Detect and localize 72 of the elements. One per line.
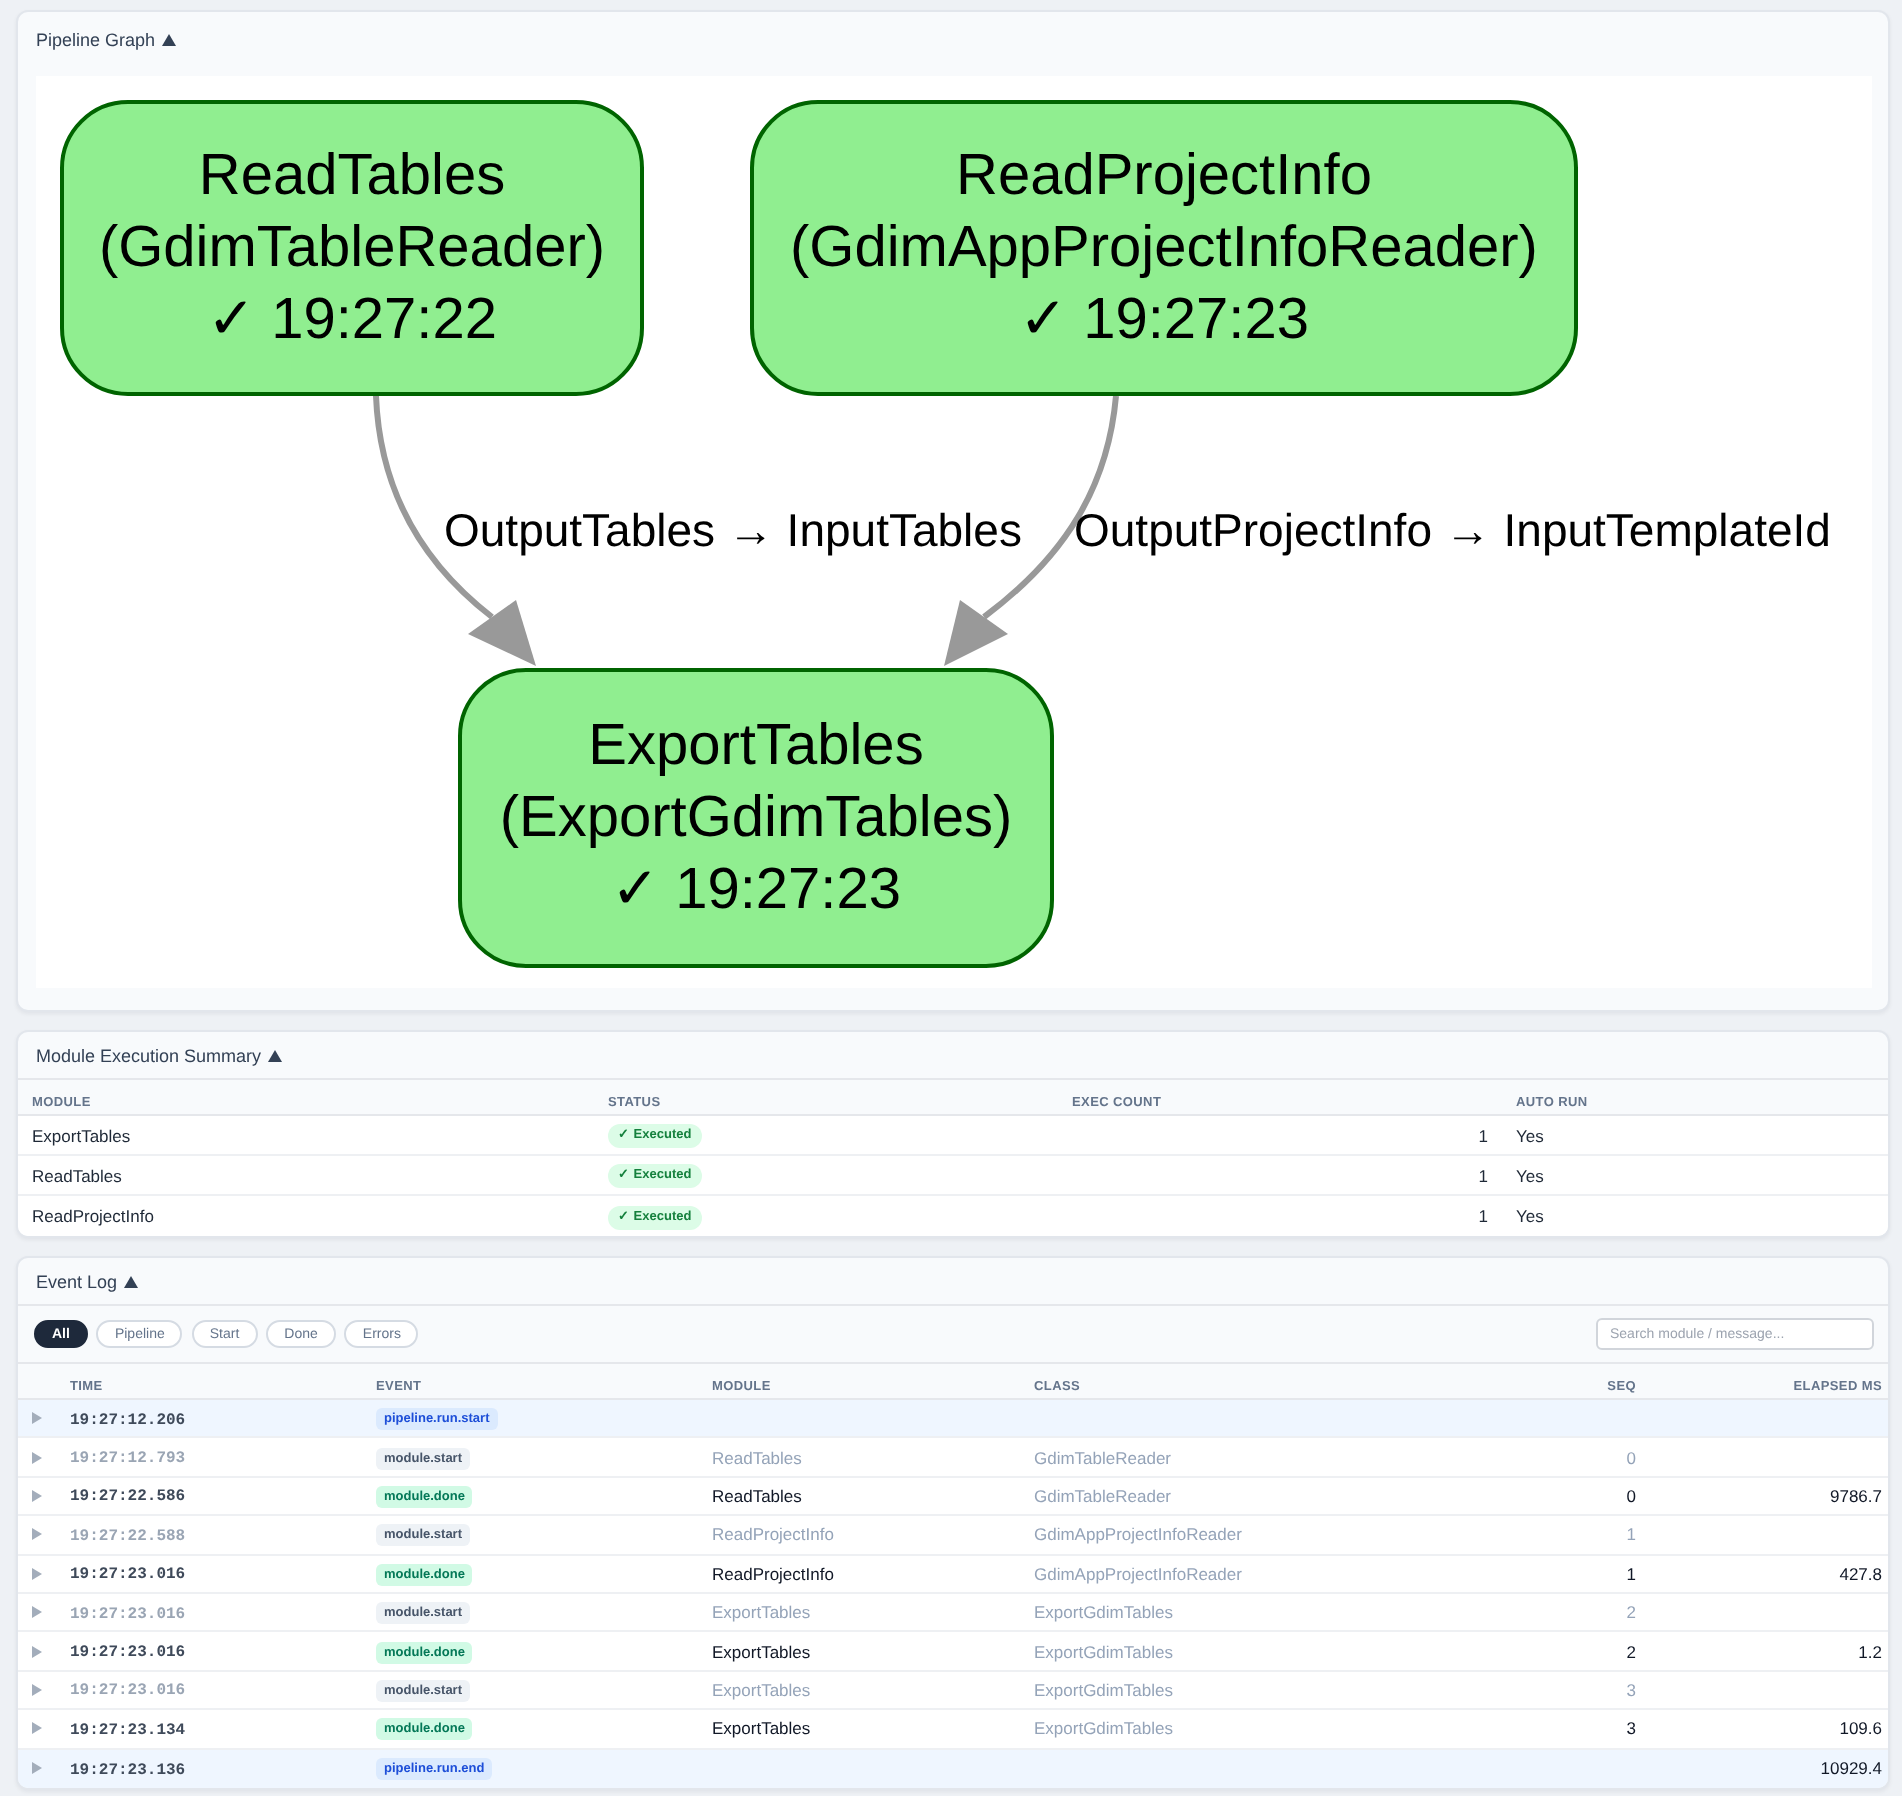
expand-caret-icon[interactable] (32, 1567, 42, 1580)
edge-label: OutputTables → InputTables (444, 504, 1022, 556)
expand-caret-icon[interactable] (32, 1683, 42, 1696)
sequence-number: 1 (1626, 1563, 1636, 1584)
timestamp: 19:27:22.586 (70, 1488, 186, 1507)
node-name: ReadProjectInfo (956, 142, 1372, 212)
class-name: ExportGdimTables (1034, 1602, 1173, 1623)
expand-caret-icon[interactable] (32, 1451, 42, 1464)
timestamp: 19:27:22.588 (70, 1527, 186, 1546)
sequence-number: 2 (1626, 1641, 1636, 1662)
module-name: ReadTables (712, 1485, 802, 1506)
module-name: ExportTables (712, 1602, 811, 1623)
auto-run-value: Yes (1516, 1206, 1544, 1226)
section-toggle[interactable]: Module Execution Summary (36, 1045, 282, 1065)
elapsed-time: 1.2 (1858, 1641, 1882, 1662)
section-toggle[interactable]: Pipeline Graph (36, 29, 176, 49)
exec-count: 1 (1478, 1206, 1488, 1226)
class-name: ExportGdimTables (1034, 1641, 1173, 1662)
sequence-number: 3 (1626, 1679, 1636, 1700)
timestamp: 19:27:23.136 (70, 1761, 186, 1780)
exec-count: 1 (1478, 1165, 1488, 1185)
module-name: ExportTables (712, 1718, 811, 1739)
timestamp: 19:27:12.793 (70, 1450, 186, 1469)
auto-run-value: Yes (1516, 1165, 1544, 1185)
module-name: ReadTables (32, 1165, 122, 1185)
class-name: GdimTableReader (1034, 1485, 1172, 1506)
elapsed-time: 10929.4 (1820, 1758, 1882, 1779)
sequence-number: 0 (1626, 1485, 1636, 1506)
expand-caret-icon[interactable] (32, 1528, 42, 1541)
sequence-number: 3 (1626, 1718, 1636, 1739)
node-class: (GdimAppProjectInfoReader) (790, 214, 1538, 284)
expand-caret-icon[interactable] (32, 1722, 42, 1735)
sequence-number: 2 (1626, 1602, 1636, 1623)
expand-caret-icon[interactable] (32, 1762, 42, 1775)
module-name: ReadTables (712, 1447, 802, 1468)
module-name: ReadProjectInfo (712, 1563, 834, 1584)
module-name: ReadProjectInfo (712, 1524, 834, 1545)
section-toggle[interactable]: Event Log (36, 1271, 138, 1291)
node-name: ReadTables (198, 142, 506, 212)
node-class: (ExportGdimTables) (499, 784, 1013, 854)
node-class: (GdimTableReader) (98, 214, 606, 284)
timestamp: 19:27:12.206 (70, 1411, 186, 1430)
sequence-number: 0 (1626, 1447, 1636, 1468)
expand-caret-icon[interactable] (32, 1645, 42, 1658)
node-name: ExportTables (588, 712, 924, 782)
class-name: ExportGdimTables (1034, 1718, 1173, 1739)
node-status: ✓ 19:27:22 (207, 286, 497, 356)
exec-count: 1 (1478, 1125, 1488, 1145)
class-name: ExportGdimTables (1034, 1679, 1173, 1700)
node-status: ✓ 19:27:23 (611, 856, 901, 926)
elapsed-time: 427.8 (1839, 1563, 1882, 1584)
module-name: ExportTables (712, 1641, 811, 1662)
timestamp: 19:27:23.016 (70, 1605, 186, 1624)
node-status: ✓ 19:27:23 (1019, 286, 1309, 356)
module-name: ExportTables (32, 1125, 131, 1145)
auto-run-value: Yes (1516, 1125, 1544, 1145)
module-name: ReadProjectInfo (32, 1206, 154, 1226)
timestamp: 19:27:23.016 (70, 1644, 186, 1663)
elapsed-time: 109.6 (1839, 1718, 1882, 1739)
class-name: GdimTableReader (1034, 1447, 1172, 1468)
timestamp: 19:27:23.134 (70, 1721, 186, 1740)
timestamp: 19:27:23.016 (70, 1566, 186, 1585)
expand-caret-icon[interactable] (32, 1606, 42, 1619)
expand-caret-icon[interactable] (32, 1412, 42, 1425)
elapsed-time: 9786.7 (1830, 1485, 1882, 1506)
expand-caret-icon[interactable] (32, 1489, 42, 1502)
module-name: ExportTables (712, 1679, 811, 1700)
class-name: GdimAppProjectInfoReader (1034, 1563, 1242, 1584)
sequence-number: 1 (1626, 1524, 1636, 1545)
timestamp: 19:27:23.016 (70, 1682, 186, 1701)
class-name: GdimAppProjectInfoReader (1034, 1524, 1242, 1545)
edge-label: OutputProjectInfo → InputTemplateId (1074, 504, 1831, 556)
